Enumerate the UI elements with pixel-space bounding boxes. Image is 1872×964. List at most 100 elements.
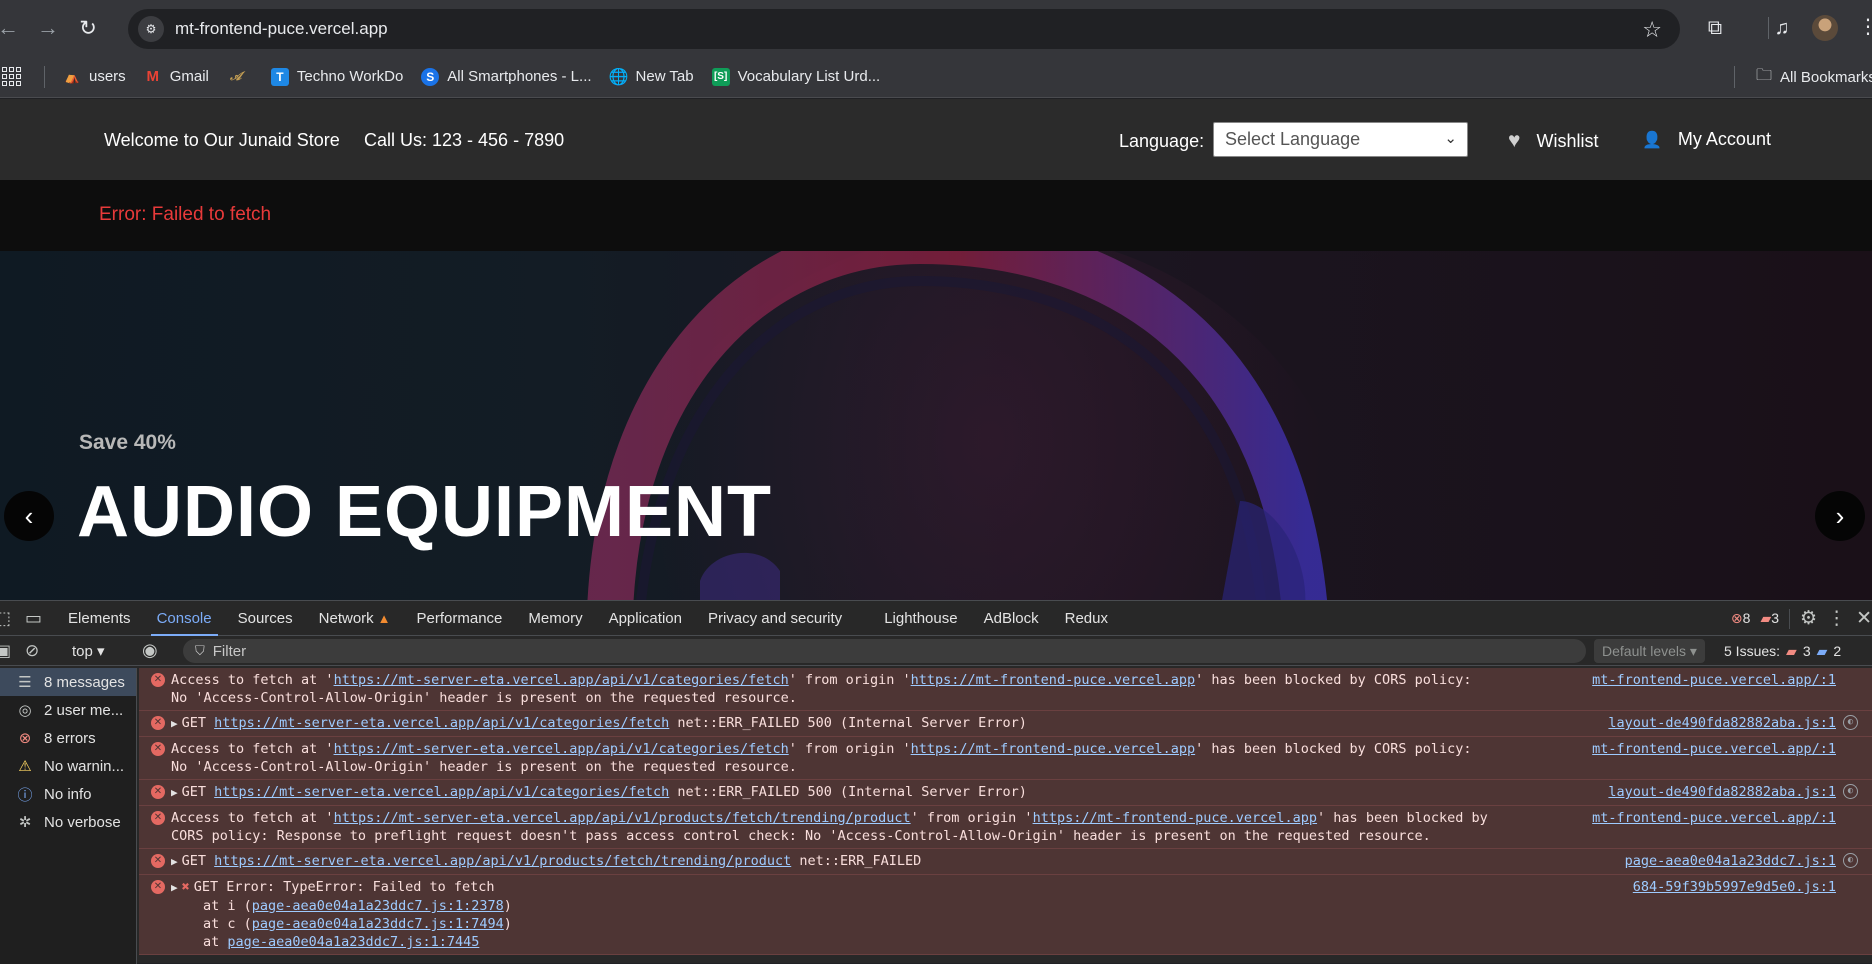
reload-icon[interactable]: ↻ — [68, 8, 108, 48]
my-account-link[interactable]: 👤 My Account — [1642, 129, 1771, 150]
carousel-prev-button[interactable]: ‹ — [4, 491, 54, 541]
expand-triangle-icon[interactable]: ▶ — [171, 855, 178, 868]
console-link[interactable]: https://mt-server-eta.vercel.app/api/v1/… — [334, 672, 789, 688]
console-filter-input[interactable]: ⛉ Filter — [183, 639, 1586, 663]
message-source-link[interactable]: mt-frontend-puce.vercel.app/:1 — [1592, 740, 1836, 758]
hero-headline: AUDIO EQUIPMENT — [77, 472, 773, 552]
network-request-icon[interactable]: ◐ — [1843, 715, 1858, 730]
wishlist-link[interactable]: ♥ Wishlist — [1508, 129, 1598, 153]
message-source-link[interactable]: layout-de490fda82882aba.js:1 — [1608, 714, 1836, 732]
expand-triangle-icon[interactable]: ▶ — [171, 717, 178, 730]
url-text[interactable]: mt-frontend-puce.vercel.app — [175, 19, 388, 39]
console-message: ✕ Access to fetch at 'https://mt-server-… — [139, 806, 1872, 849]
chrome-menu-icon[interactable]: ⋮ — [1858, 14, 1872, 39]
close-icon[interactable]: ✕ — [1856, 607, 1872, 630]
inspect-element-icon[interactable]: ⬚ — [0, 608, 11, 629]
all-bookmarks-button[interactable]: 🗀 All Bookmarks — [1756, 56, 1872, 98]
stack-link[interactable]: page-aea0e04a1a23ddc7.js:1:2378 — [252, 898, 504, 914]
bookmark-vocabulary[interactable]: [S] Vocabulary List Urd... — [711, 67, 880, 86]
techno-workdo-icon: T — [270, 67, 289, 86]
red-cross-icon: ✖ — [181, 879, 190, 895]
console-message: ✕ ▶ GET https://mt-server-eta.vercel.app/… — [139, 711, 1872, 737]
expand-triangle-icon[interactable]: ▶ — [171, 786, 178, 799]
context-select[interactable]: top ▾ — [72, 642, 122, 660]
stack-link[interactable]: page-aea0e04a1a23ddc7.js:1:7494 — [252, 916, 504, 932]
sidebar-toggle-icon[interactable]: ▣ — [0, 641, 11, 661]
message-source-link[interactable]: 684-59f39b5997e9d5e0.js:1 — [1633, 878, 1836, 896]
console-link[interactable]: https://mt-server-eta.vercel.app/api/v1/… — [214, 784, 669, 800]
chevron-right-icon: › — [1835, 500, 1845, 531]
console-link[interactable]: https://mt-frontend-puce.vercel.app — [911, 672, 1195, 688]
carousel-next-button[interactable]: › — [1815, 491, 1865, 541]
issues-counter[interactable]: 5 Issues: ▰ 3 ▰ 2 — [1724, 636, 1841, 666]
sidebar-item-errors[interactable]: ⊗ 8 errors — [0, 724, 136, 752]
devtools-menu-icon[interactable]: ⋮ — [1827, 607, 1846, 630]
network-request-icon[interactable]: ◐ — [1843, 853, 1858, 868]
tab-privacy-security[interactable]: Privacy and security — [708, 601, 842, 636]
message-source-link[interactable]: mt-frontend-puce.vercel.app/:1 — [1592, 809, 1836, 827]
sidebar-item-messages[interactable]: ☰ 8 messages — [0, 668, 136, 696]
devtools-right-controls: ⊗8 ▰3 ⚙ ⋮ ✕ — [1731, 601, 1872, 636]
bookmark-star-icon[interactable]: ☆ — [1642, 17, 1662, 43]
message-source-link[interactable]: layout-de490fda82882aba.js:1 — [1608, 783, 1836, 801]
tab-application[interactable]: Application — [609, 601, 682, 636]
console-sidebar: ☰ 8 messages ◎ 2 user me... ⊗ 8 errors ⚠ No … — [0, 668, 137, 964]
console-link[interactable]: https://mt-server-eta.vercel.app/api/v1/… — [214, 853, 791, 869]
error-x-icon: ✕ — [151, 742, 165, 756]
bookmark-signature[interactable]: 𝒜 — [227, 68, 253, 86]
tab-adblock[interactable]: AdBlock — [984, 601, 1039, 636]
fetch-error-text: Error: Failed to fetch — [99, 204, 272, 225]
tab-console[interactable]: Console — [150, 601, 218, 636]
console-link[interactable]: https://mt-server-eta.vercel.app/api/v1/… — [214, 715, 669, 731]
bookmark-all-smartphones[interactable]: S All Smartphones - L... — [421, 67, 592, 86]
error-x-icon: ✕ — [151, 811, 165, 825]
devtools-divider — [1789, 608, 1791, 629]
tab-elements[interactable]: Elements — [68, 601, 131, 636]
clear-console-icon[interactable]: ⊘ — [25, 641, 39, 661]
log-levels-select[interactable]: Default levels ▾ — [1594, 639, 1705, 663]
tab-network[interactable]: Network ▲ — [319, 601, 391, 636]
address-bar[interactable]: ⚙ mt-frontend-puce.vercel.app ☆ — [128, 9, 1680, 49]
error-count-badge[interactable]: ⊗8 — [1731, 610, 1751, 627]
expand-triangle-icon[interactable]: ▶ — [171, 881, 178, 894]
stack-link[interactable]: page-aea0e04a1a23ddc7.js:1:7445 — [227, 934, 479, 950]
sidebar-item-verbose[interactable]: ✲ No verbose — [0, 808, 136, 836]
profile-avatar[interactable] — [1812, 15, 1838, 41]
console-message: ✕ ▶ ✖ GET Error: TypeError: Failed to fetc… — [139, 875, 1872, 955]
device-toolbar-icon[interactable]: ▭ — [25, 608, 42, 629]
tab-memory[interactable]: Memory — [528, 601, 582, 636]
bookmark-users[interactable]: ⛺ users — [63, 68, 126, 86]
issue-count-badge[interactable]: ▰3 — [1760, 610, 1779, 627]
network-request-icon[interactable]: ◐ — [1843, 784, 1858, 799]
my-account-label: My Account — [1677, 129, 1771, 149]
sidebar-item-warnings[interactable]: ⚠ No warnin... — [0, 752, 136, 780]
language-select[interactable]: Select Language ⌄ — [1213, 122, 1468, 157]
call-us-text: Call Us: 123 - 456 - 7890 — [364, 130, 565, 150]
tab-lighthouse[interactable]: Lighthouse — [884, 601, 957, 636]
sidebar-item-info[interactable]: ⓘ No info — [0, 780, 136, 808]
tab-redux[interactable]: Redux — [1065, 601, 1108, 636]
console-link[interactable]: https://mt-frontend-puce.vercel.app — [911, 741, 1195, 757]
message-source-link[interactable]: mt-frontend-puce.vercel.app/:1 — [1592, 671, 1836, 689]
bookmark-new-tab[interactable]: 🌐 New Tab — [609, 68, 694, 86]
console-message: ✕ ▶ GET https://mt-server-eta.vercel.app/… — [139, 849, 1872, 875]
media-control-icon[interactable]: ♫ — [1768, 14, 1796, 42]
back-arrow-icon[interactable]: ← — [0, 8, 28, 48]
console-link[interactable]: https://mt-frontend-puce.vercel.app — [1033, 810, 1317, 826]
forward-arrow-icon[interactable]: → — [28, 8, 68, 48]
extensions-icon[interactable]: ⧉ — [1701, 14, 1729, 42]
settings-gear-icon[interactable]: ⚙ — [1800, 607, 1817, 630]
apps-grid-icon[interactable] — [2, 66, 22, 87]
tab-sources[interactable]: Sources — [238, 601, 293, 636]
error-x-icon: ✕ — [151, 716, 165, 730]
message-source-link[interactable]: page-aea0e04a1a23ddc7.js:1 — [1625, 852, 1836, 870]
console-link[interactable]: https://mt-server-eta.vercel.app/api/v1/… — [334, 810, 911, 826]
site-info-icon[interactable]: ⚙ — [138, 16, 164, 42]
console-link[interactable]: https://mt-server-eta.vercel.app/api/v1/… — [334, 741, 789, 757]
bookmark-techno-workdo[interactable]: T Techno WorkDo — [270, 67, 403, 86]
sidebar-item-user-messages[interactable]: ◎ 2 user me... — [0, 696, 136, 724]
eye-icon[interactable]: ◉ — [142, 640, 158, 661]
error-x-icon: ✕ — [151, 854, 165, 868]
tab-performance[interactable]: Performance — [417, 601, 503, 636]
bookmark-gmail[interactable]: M Gmail — [144, 68, 208, 86]
